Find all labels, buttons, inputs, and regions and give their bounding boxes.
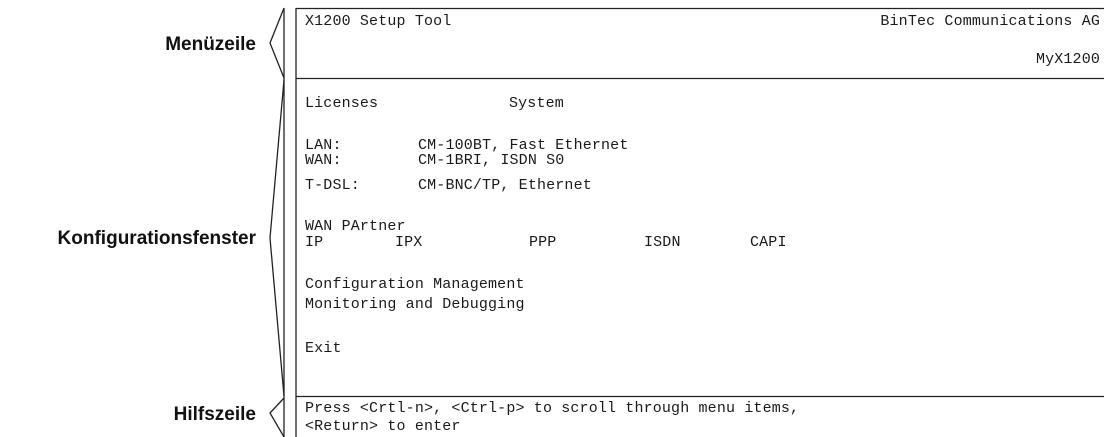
menu-item-ipx[interactable]: IPX bbox=[395, 235, 422, 250]
menu-item-exit[interactable]: Exit bbox=[305, 341, 342, 356]
menu-item-wan-partner[interactable]: WAN PArtner bbox=[305, 219, 406, 234]
menu-item-capi[interactable]: CAPI bbox=[750, 235, 787, 250]
menu-item-wan-value[interactable]: CM-1BRI, ISDN S0 bbox=[418, 153, 564, 168]
vendor-name: BinTec Communications AG bbox=[880, 13, 1100, 30]
menu-item-lan-value[interactable]: CM-100BT, Fast Ethernet bbox=[418, 138, 628, 153]
menu-item-wan-label[interactable]: WAN: bbox=[305, 153, 342, 168]
menu-item-licenses[interactable]: Licenses bbox=[305, 96, 378, 111]
menu-bar-bracket bbox=[269, 7, 285, 79]
menu-item-system[interactable]: System bbox=[509, 96, 564, 111]
help-line-bracket bbox=[269, 397, 285, 437]
help-text-line-2: <Return> to enter bbox=[305, 418, 461, 435]
menu-item-tdsl-value[interactable]: CM-BNC/TP, Ethernet bbox=[418, 178, 592, 193]
setup-tool-screen: X1200 Setup Tool BinTec Communications A… bbox=[300, 0, 1104, 437]
menu-item-tdsl-label[interactable]: T-DSL: bbox=[305, 178, 360, 193]
menu-item-ppp[interactable]: PPP bbox=[529, 235, 556, 250]
menu-item-config-management[interactable]: Configuration Management bbox=[305, 277, 525, 292]
menu-item-monitoring[interactable]: Monitoring and Debugging bbox=[305, 297, 525, 312]
menu-item-isdn[interactable]: ISDN bbox=[644, 235, 681, 250]
app-title: X1200 Setup Tool bbox=[305, 13, 452, 30]
help-text-line-1: Press <Crtl-n>, <Ctrl-p> to scroll throu… bbox=[305, 400, 800, 417]
config-window-bracket bbox=[269, 79, 285, 397]
menu-item-ip[interactable]: IP bbox=[305, 235, 323, 250]
device-name: MyX1200 bbox=[1035, 51, 1100, 68]
menu-item-lan-label[interactable]: LAN: bbox=[305, 138, 342, 153]
